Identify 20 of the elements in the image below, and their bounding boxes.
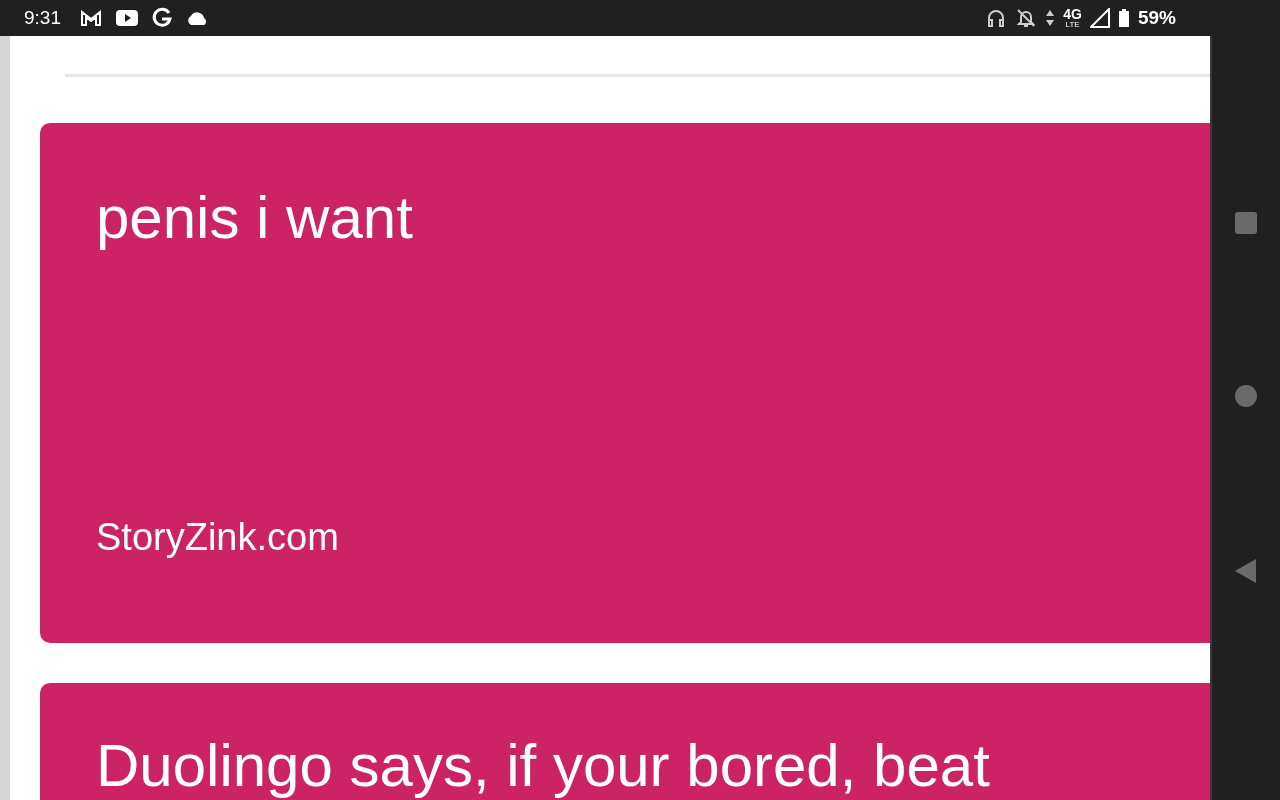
signal-icon — [1089, 8, 1110, 28]
network-subtype: LTE — [1065, 21, 1080, 29]
battery-icon — [1117, 8, 1130, 28]
battery-percent: 59% — [1137, 7, 1176, 29]
clock-time: 9:31 — [24, 7, 61, 29]
back-button[interactable] — [1233, 558, 1258, 585]
story-title: penis i want — [96, 185, 414, 251]
story-title: Duolingo says, if your bored, beat — [96, 733, 991, 799]
home-button[interactable] — [1234, 385, 1257, 407]
source-text: StoryZink.com — [96, 516, 340, 559]
cloud-icon — [185, 10, 209, 26]
data-arrows-icon — [1045, 8, 1056, 28]
g-letter-icon — [151, 7, 173, 29]
mail-icon — [79, 8, 103, 28]
story-card[interactable]: Duolingo says, if your bored, beat — [40, 683, 1210, 800]
bell-off-icon — [1015, 7, 1038, 29]
network-type: 4G — [1063, 7, 1082, 21]
recents-button[interactable] — [1234, 211, 1257, 234]
video-play-icon — [115, 9, 139, 27]
story-card[interactable]: penis i want StoryZink.com — [40, 123, 1210, 643]
